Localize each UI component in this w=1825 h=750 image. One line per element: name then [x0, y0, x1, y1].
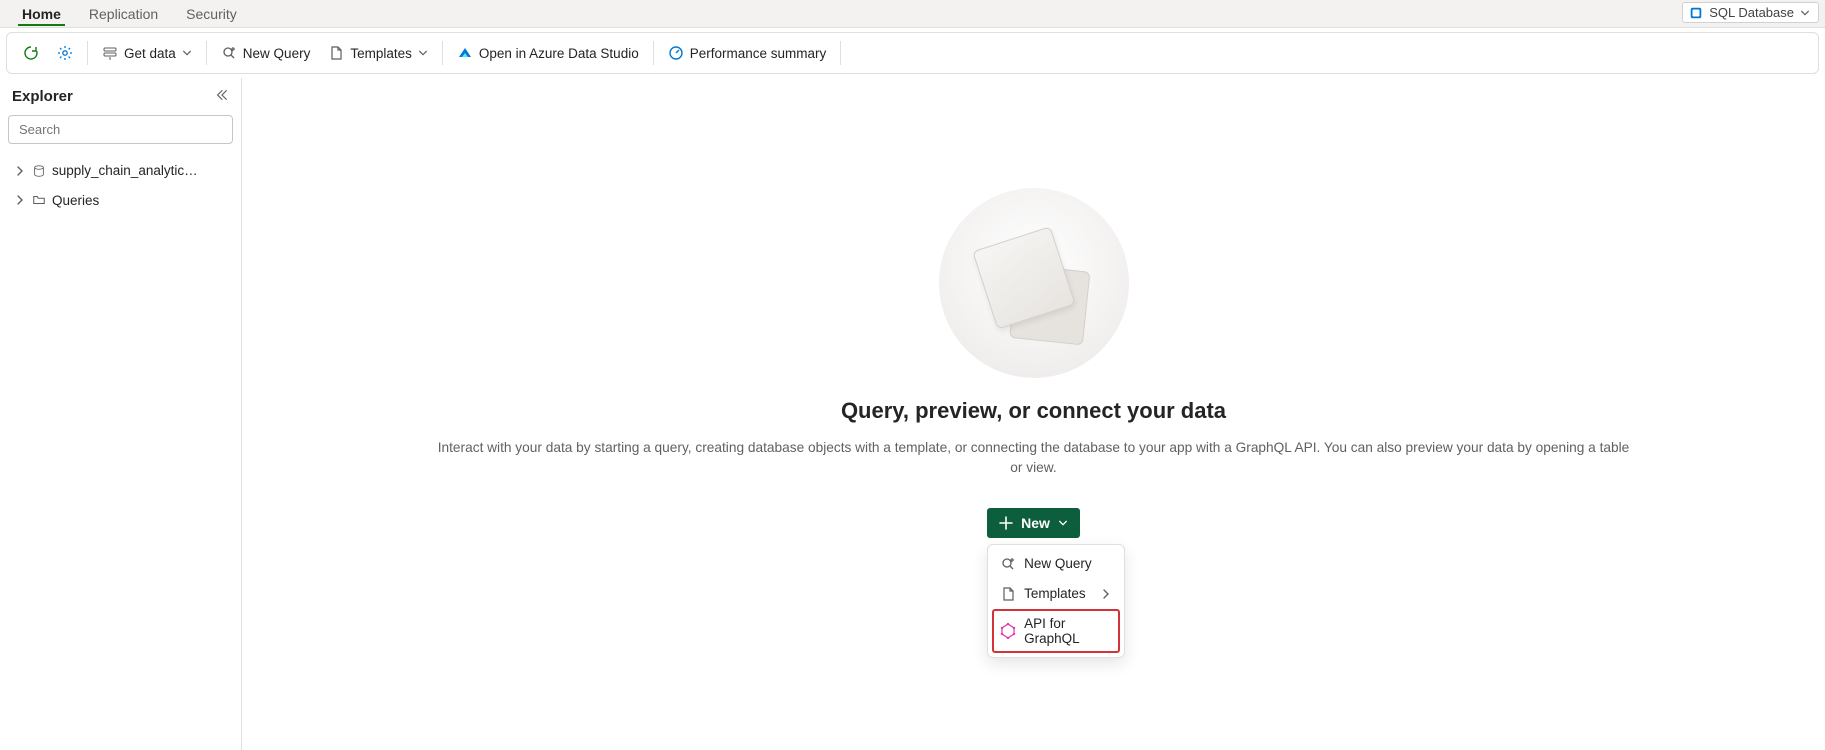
explorer-tree: supply_chain_analytics... Queries	[8, 156, 233, 215]
hero-illustration	[939, 188, 1129, 378]
database-type-label: SQL Database	[1709, 5, 1794, 20]
collapse-sidebar-button[interactable]	[215, 88, 229, 105]
menu-item-label: API for GraphQL	[1024, 616, 1112, 646]
toolbar-separator	[840, 41, 841, 65]
new-button[interactable]: New	[987, 508, 1080, 538]
tab-replication[interactable]: Replication	[75, 2, 172, 25]
tree-item-database[interactable]: supply_chain_analytics...	[8, 156, 233, 186]
folder-icon	[32, 193, 46, 207]
menu-item-label: Templates	[1024, 586, 1086, 601]
chevron-right-icon	[1100, 588, 1112, 600]
refresh-icon	[23, 45, 39, 61]
chevron-down-icon	[1058, 518, 1068, 528]
new-dropdown-menu: New Query Templates API for GraphQL	[987, 544, 1125, 658]
toolbar: Get data New Query Templates Open in Azu…	[6, 32, 1819, 74]
top-tab-bar: Home Replication Security SQL Database	[0, 0, 1825, 28]
toolbar-separator	[206, 41, 207, 65]
templates-icon	[1000, 586, 1016, 602]
toolbar-separator	[653, 41, 654, 65]
performance-icon	[668, 45, 684, 61]
chevron-double-left-icon	[215, 88, 229, 102]
toolbar-open-azure[interactable]: Open in Azure Data Studio	[449, 41, 647, 65]
toolbar-separator	[442, 41, 443, 65]
database-icon	[1689, 6, 1703, 20]
new-query-label: New Query	[243, 46, 311, 61]
explorer-search-input[interactable]	[8, 115, 233, 144]
chevron-right-icon	[14, 165, 26, 177]
open-azure-label: Open in Azure Data Studio	[479, 46, 639, 61]
graphql-icon	[1000, 623, 1016, 639]
tree-item-label: Queries	[52, 190, 99, 212]
database-icon	[32, 164, 46, 178]
tab-security[interactable]: Security	[172, 2, 251, 25]
hero-title: Query, preview, or connect your data	[322, 398, 1745, 424]
menu-item-api-graphql[interactable]: API for GraphQL	[992, 609, 1120, 653]
hero-description: Interact with your data by starting a qu…	[434, 438, 1634, 478]
main-content: Query, preview, or connect your data Int…	[242, 78, 1825, 750]
menu-item-templates[interactable]: Templates	[992, 579, 1120, 609]
get-data-icon	[102, 45, 118, 61]
azure-data-studio-icon	[457, 45, 473, 61]
toolbar-get-data[interactable]: Get data	[94, 41, 200, 65]
chevron-down-icon	[418, 48, 428, 58]
chevron-right-icon	[14, 194, 26, 206]
get-data-label: Get data	[124, 46, 176, 61]
chevron-down-icon	[1800, 8, 1810, 18]
tree-item-label: supply_chain_analytics...	[52, 160, 202, 182]
toolbar-templates[interactable]: Templates	[320, 41, 436, 65]
database-type-badge[interactable]: SQL Database	[1682, 2, 1819, 23]
tree-item-queries[interactable]: Queries	[8, 186, 233, 216]
menu-item-label: New Query	[1024, 556, 1092, 571]
toolbar-performance-summary[interactable]: Performance summary	[660, 41, 835, 65]
new-query-icon	[221, 45, 237, 61]
toolbar-refresh[interactable]	[15, 41, 47, 65]
explorer-sidebar: Explorer supply_chain_analytics... Queri…	[0, 78, 242, 750]
new-button-wrapper: New New Query Templates	[987, 508, 1080, 538]
new-query-icon	[1000, 556, 1016, 572]
templates-icon	[328, 45, 344, 61]
templates-label: Templates	[350, 46, 412, 61]
gear-icon	[57, 45, 73, 61]
tab-home[interactable]: Home	[8, 2, 75, 25]
explorer-title: Explorer	[12, 88, 73, 105]
new-button-label: New	[1021, 515, 1050, 531]
performance-label: Performance summary	[690, 46, 827, 61]
toolbar-separator	[87, 41, 88, 65]
menu-item-new-query[interactable]: New Query	[992, 549, 1120, 579]
plus-icon	[999, 516, 1013, 530]
toolbar-new-query[interactable]: New Query	[213, 41, 319, 65]
toolbar-settings[interactable]	[49, 41, 81, 65]
chevron-down-icon	[182, 48, 192, 58]
